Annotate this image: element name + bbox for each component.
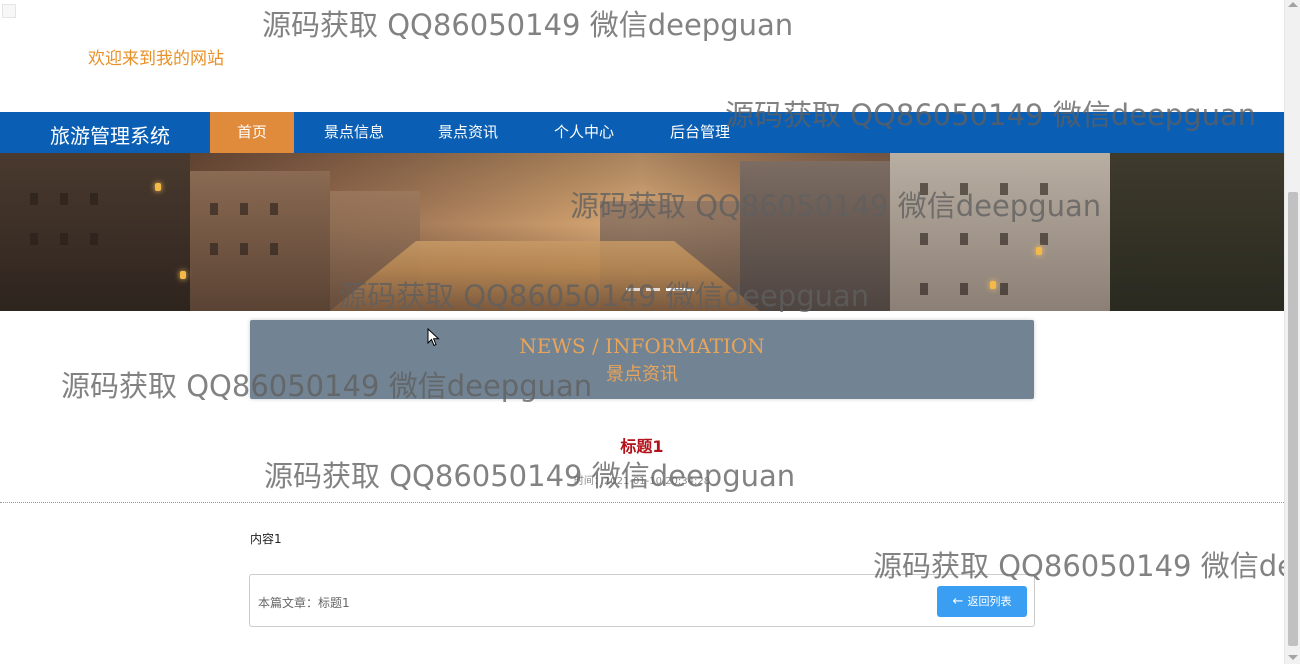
- carousel-dot-active[interactable]: [666, 288, 694, 291]
- back-to-list-label: 返回列表: [967, 595, 1012, 608]
- welcome-text: 欢迎来到我的网站: [88, 49, 224, 69]
- vertical-scrollbar[interactable]: [1284, 0, 1300, 664]
- back-to-list-button[interactable]: ← 返回列表: [937, 586, 1027, 617]
- carousel-indicators: [626, 288, 694, 291]
- article-time: 时间：2021-01-10 20:34:28: [573, 476, 711, 487]
- page-root: 欢迎来到我的网站 旅游管理系统 首页 景点信息 景点资讯 个人中心 后台管理 N…: [0, 0, 1300, 664]
- news-title-en: NEWS / INFORMATION: [519, 334, 765, 358]
- site-brand[interactable]: 旅游管理系统: [50, 120, 170, 149]
- banner-carousel[interactable]: [0, 153, 1284, 311]
- article-content: 内容1: [250, 532, 282, 546]
- scroll-up-arrow[interactable]: [1288, 2, 1298, 7]
- top-navbar: 旅游管理系统 首页 景点信息 景点资讯 个人中心 后台管理: [0, 112, 1284, 153]
- article-title: 标题1: [620, 437, 664, 456]
- nav-item-user-center[interactable]: 个人中心: [536, 112, 632, 153]
- watermark: 源码获取 QQ86050149 微信deepguan: [262, 8, 794, 42]
- carousel-dot[interactable]: [626, 288, 640, 291]
- mouse-cursor-icon: [427, 328, 440, 347]
- nav-item-home[interactable]: 首页: [210, 112, 294, 153]
- nav-item-admin[interactable]: 后台管理: [652, 112, 748, 153]
- news-title-cn: 景点资讯: [606, 364, 678, 385]
- nav-item-attractions[interactable]: 景点信息: [306, 112, 402, 153]
- divider: [0, 502, 1284, 503]
- news-section-header: NEWS / INFORMATION 景点资讯: [250, 320, 1034, 399]
- scroll-thumb[interactable]: [1288, 192, 1298, 646]
- scroll-down-arrow[interactable]: [1288, 655, 1298, 660]
- carousel-dot[interactable]: [646, 288, 660, 291]
- broken-image-icon: [2, 4, 16, 18]
- current-article-label: 本篇文章：标题1: [258, 596, 350, 610]
- nav-item-attraction-news[interactable]: 景点资讯: [420, 112, 516, 153]
- arrow-left-icon: ←: [952, 594, 964, 609]
- article-footer: 本篇文章：标题1 ← 返回列表: [249, 574, 1035, 627]
